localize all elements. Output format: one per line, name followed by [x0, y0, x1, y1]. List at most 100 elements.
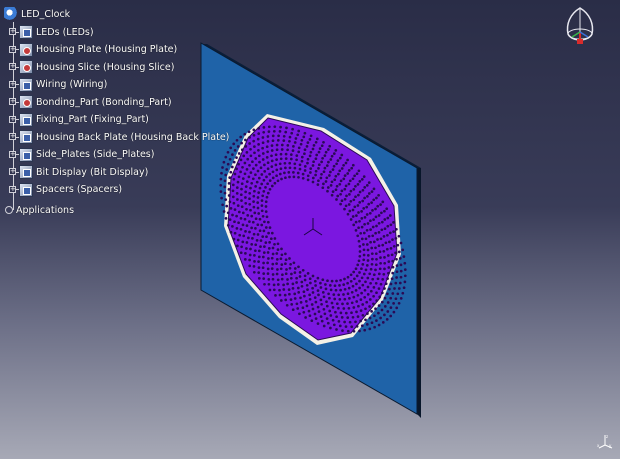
led-dot	[363, 216, 367, 219]
expand-icon[interactable]: +	[9, 28, 16, 35]
led-dot	[253, 254, 256, 257]
led-dot	[349, 273, 353, 277]
led-dot	[247, 236, 250, 240]
led-dot	[395, 306, 399, 310]
led-dot	[232, 177, 236, 181]
led-dot	[290, 131, 294, 135]
led-dot	[245, 180, 249, 183]
led-dot	[312, 160, 315, 164]
led-dot	[300, 284, 304, 288]
led-dot	[398, 281, 402, 285]
led-dot	[370, 310, 373, 313]
compass-icon[interactable]	[558, 6, 602, 50]
led-dot	[275, 148, 279, 152]
led-dot	[236, 244, 239, 248]
led-dot	[334, 288, 338, 292]
led-dot	[390, 277, 394, 281]
led-dot	[347, 203, 351, 206]
led-dot	[361, 188, 365, 192]
tree-item-9[interactable]: + Bit Display (Bit Display)	[9, 164, 148, 180]
led-dot	[391, 265, 395, 269]
expand-icon[interactable]: +	[9, 150, 16, 158]
led-dot	[279, 167, 283, 171]
led-dot	[297, 150, 301, 154]
led-dot	[265, 175, 268, 179]
led-dot	[369, 267, 373, 271]
tree-item-3[interactable]: + Housing Slice (Housing Slice)	[9, 59, 174, 75]
led-dot	[360, 217, 364, 220]
led-dot	[329, 326, 332, 330]
expand-icon[interactable]: +	[9, 98, 16, 105]
led-dot	[333, 297, 337, 301]
led-dot	[342, 177, 346, 181]
led-dot	[288, 292, 291, 296]
tree-item-4[interactable]: + Wiring (Wiring)	[9, 77, 107, 93]
led-dot	[372, 286, 376, 289]
led-dot	[239, 193, 243, 197]
led-dot	[346, 302, 349, 305]
led-dot	[383, 256, 386, 259]
led-dot	[356, 293, 360, 297]
tree-item-6[interactable]: + Fixing_Part (Fixing_Part)	[9, 112, 149, 128]
led-dot	[258, 186, 262, 190]
tree-item-5[interactable]: + Bonding_Part (Bonding_Part)	[9, 94, 172, 110]
led-dot	[304, 300, 308, 303]
led-dot	[278, 288, 281, 292]
led-dot	[355, 282, 358, 286]
led-dot	[270, 149, 274, 152]
led-dot	[303, 152, 306, 156]
led-dot	[324, 180, 328, 183]
led-dot	[264, 241, 268, 244]
tree-item-10[interactable]: + Spacers (Spacers)	[9, 182, 122, 198]
led-dot	[254, 163, 258, 167]
led-dot	[332, 323, 336, 327]
led-dot	[230, 165, 234, 169]
led-dot	[310, 319, 314, 323]
led-dot	[342, 163, 345, 167]
tree-item-2[interactable]: + Housing Plate (Housing Plate)	[9, 42, 177, 58]
led-dot	[303, 278, 307, 282]
tree-item-applications[interactable]: Applications	[5, 202, 74, 218]
led-dot	[327, 292, 330, 296]
led-dot	[280, 277, 284, 281]
led-dot	[270, 184, 274, 188]
led-dot	[231, 189, 235, 193]
led-dot	[277, 134, 280, 138]
led-dot	[241, 177, 245, 180]
led-dot	[377, 193, 380, 197]
led-dot	[287, 288, 291, 291]
led-dot	[346, 316, 350, 319]
led-dot	[378, 267, 382, 271]
expand-icon[interactable]: +	[9, 185, 16, 193]
expand-icon[interactable]: +	[9, 115, 16, 123]
led-dot	[280, 177, 283, 181]
expand-icon[interactable]: +	[9, 133, 16, 140]
expand-icon[interactable]: +	[9, 168, 16, 175]
tree-item-7[interactable]: + Housing Back Plate (Housing Back Plate)	[9, 129, 229, 145]
led-dot	[268, 288, 272, 292]
led-dot	[219, 183, 223, 187]
expand-icon[interactable]: +	[9, 45, 16, 53]
led-dot	[354, 267, 358, 271]
led-dot	[360, 324, 364, 328]
3d-viewport[interactable]: LED_Clock Applications + LEDs (LEDs) + Hous…	[0, 0, 620, 459]
led-dot	[342, 307, 346, 310]
tree-root-led-clock[interactable]: LED_Clock	[4, 6, 70, 22]
tree-item-1[interactable]: + LEDs (LEDs)	[9, 24, 94, 40]
led-dot	[291, 149, 295, 152]
led-dot	[241, 240, 245, 244]
led-dot	[244, 145, 248, 148]
led-dot	[313, 279, 317, 283]
led-dot	[379, 203, 382, 206]
led-dot	[363, 288, 367, 292]
led-dot	[252, 232, 256, 236]
led-dot	[339, 179, 343, 183]
led-dot	[261, 141, 265, 145]
expand-icon[interactable]: +	[9, 80, 16, 88]
led-dot	[396, 292, 400, 296]
led-dot	[250, 214, 254, 218]
led-dot	[300, 159, 304, 163]
tree-item-8[interactable]: + Side_Plates (Side_Plates)	[9, 147, 154, 163]
expand-icon[interactable]: +	[9, 63, 16, 70]
led-dot	[361, 303, 365, 306]
